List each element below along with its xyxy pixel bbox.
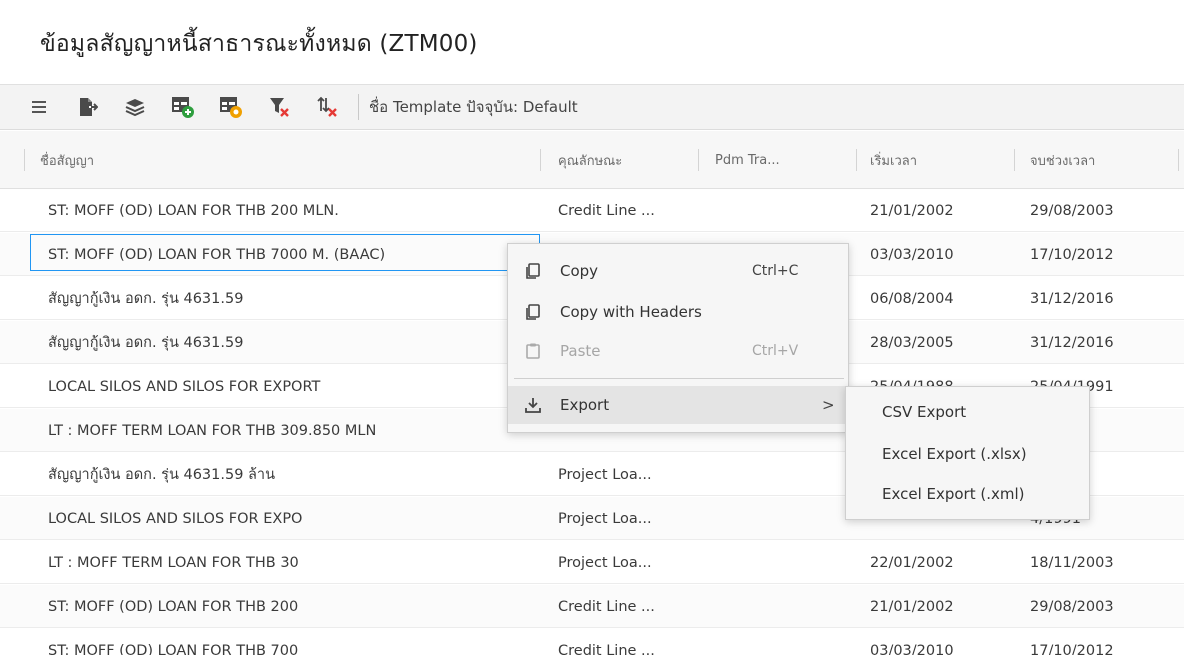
cell-end-time[interactable]: 17/10/2012 — [1030, 629, 1180, 655]
grid-toolbar: ชื่อ Template ปัจจุบัน: Default — [0, 84, 1184, 130]
copy-icon — [526, 263, 540, 279]
cell-end-time[interactable]: 31/12/2016 — [1030, 321, 1180, 364]
cell-pdm-tra[interactable] — [715, 497, 845, 540]
column-separator[interactable] — [698, 149, 699, 171]
column-separator[interactable] — [540, 149, 541, 171]
cell-pdm-tra[interactable] — [715, 629, 845, 655]
column-separator[interactable] — [856, 149, 857, 171]
export-submenu: CSV Export Excel Export (.xlsx) Excel Ex… — [845, 386, 1090, 520]
menu-item-excel-export-xml[interactable]: Excel Export (.xml) — [846, 475, 1089, 513]
download-icon — [525, 398, 541, 413]
clear-filter-icon[interactable] — [262, 90, 296, 124]
cell-characteristic[interactable]: Project Loa... — [558, 497, 688, 540]
layers-icon[interactable] — [118, 90, 152, 124]
cell-contract-name[interactable]: ST: MOFF (OD) LOAN FOR THB 700 — [48, 629, 528, 655]
cell-start-time[interactable]: 03/03/2010 — [870, 629, 1010, 655]
cell-characteristic[interactable]: Credit Line ... — [558, 585, 688, 628]
focused-cell-outline — [30, 234, 540, 271]
cell-contract-name[interactable]: LT : MOFF TERM LOAN FOR THB 309.850 MLN — [48, 409, 528, 452]
cell-end-time[interactable]: 17/10/2012 — [1030, 233, 1180, 276]
cell-contract-name[interactable]: สัญญากู้เงิน อดก. รุ่น 4631.59 — [48, 321, 528, 364]
cell-characteristic[interactable]: Project Loa... — [558, 453, 688, 496]
cell-end-time[interactable]: 29/08/2003 — [1030, 189, 1180, 232]
menu-item-copy[interactable]: Copy Ctrl+C — [508, 252, 848, 290]
cell-contract-name[interactable]: สัญญากู้เงิน อดก. รุ่น 4631.59 — [48, 277, 528, 320]
column-header-pdm-tra[interactable]: Pdm Tra... — [715, 131, 780, 189]
menu-item-label: Copy with Headers — [560, 303, 702, 321]
cell-contract-name[interactable]: LT : MOFF TERM LOAN FOR THB 30 — [48, 541, 528, 584]
template-label: ชื่อ Template ปัจจุบัน: Default — [369, 98, 578, 116]
menu-item-shortcut: Ctrl+C — [752, 263, 799, 279]
copy-icon — [526, 304, 540, 320]
menu-item-label: Export — [560, 396, 610, 414]
column-header-start-time[interactable]: เริ่มเวลา — [870, 131, 917, 189]
menu-item-csv-export[interactable]: CSV Export — [846, 393, 1089, 431]
cell-pdm-tra[interactable] — [715, 541, 845, 584]
menu-item-copy-with-headers[interactable]: Copy with Headers — [508, 293, 848, 331]
table-row[interactable]: ST: MOFF (OD) LOAN FOR THB 200 Credit Li… — [0, 585, 1184, 628]
cell-contract-name[interactable]: ST: MOFF (OD) LOAN FOR THB 200 MLN. — [48, 189, 528, 232]
menu-icon[interactable] — [22, 90, 56, 124]
paste-icon — [526, 343, 540, 359]
cell-characteristic[interactable]: Project Loa... — [558, 541, 688, 584]
cell-contract-name[interactable]: LOCAL SILOS AND SILOS FOR EXPO — [48, 497, 528, 540]
menu-item-export[interactable]: Export > — [508, 386, 848, 424]
table-row[interactable]: ST: MOFF (OD) LOAN FOR THB 700 Credit Li… — [0, 629, 1184, 655]
cell-contract-name[interactable]: ST: MOFF (OD) LOAN FOR THB 200 — [48, 585, 528, 628]
cell-start-time[interactable]: 22/01/2002 — [870, 541, 1010, 584]
table-settings-icon[interactable] — [214, 90, 248, 124]
cell-start-time[interactable]: 03/03/2010 — [870, 233, 1010, 276]
page-title: ข้อมูลสัญญาหนี้สาธารณะทั้งหมด (ZTM00) — [40, 31, 478, 57]
column-separator[interactable] — [1178, 149, 1179, 171]
toolbar-divider — [358, 94, 359, 120]
cell-pdm-tra[interactable] — [715, 453, 845, 496]
cell-start-time[interactable]: 21/01/2002 — [870, 189, 1010, 232]
column-header-characteristic[interactable]: คุณลักษณะ — [558, 131, 622, 189]
menu-item-label: Paste — [560, 342, 601, 360]
column-separator[interactable] — [24, 149, 25, 171]
cell-characteristic[interactable]: Credit Line ... — [558, 189, 688, 232]
context-menu: Copy Ctrl+C Copy with Headers Paste Ctrl… — [507, 243, 849, 433]
cell-start-time[interactable]: 21/01/2002 — [870, 585, 1010, 628]
cell-pdm-tra[interactable] — [715, 189, 845, 232]
cell-start-time[interactable]: 28/03/2005 — [870, 321, 1010, 364]
cell-characteristic[interactable]: Credit Line ... — [558, 629, 688, 655]
column-header-end-time[interactable]: จบช่วงเวลา — [1030, 131, 1095, 189]
cell-pdm-tra[interactable] — [715, 585, 845, 628]
chevron-right-icon: > — [822, 396, 835, 414]
table-row[interactable]: ST: MOFF (OD) LOAN FOR THB 200 MLN. Cred… — [0, 189, 1184, 232]
export-file-icon[interactable] — [70, 90, 104, 124]
cell-contract-name[interactable]: สัญญากู้เงิน อดก. รุ่น 4631.59 ล้าน — [48, 453, 528, 496]
cell-end-time[interactable]: 31/12/2016 — [1030, 277, 1180, 320]
clear-sort-icon[interactable] — [310, 90, 344, 124]
menu-divider — [514, 378, 844, 379]
cell-contract-name[interactable]: LOCAL SILOS AND SILOS FOR EXPORT — [48, 365, 528, 408]
menu-item-label: Copy — [560, 262, 599, 280]
table-row[interactable]: LT : MOFF TERM LOAN FOR THB 30 Project L… — [0, 541, 1184, 584]
cell-start-time[interactable]: 06/08/2004 — [870, 277, 1010, 320]
menu-item-shortcut: Ctrl+V — [752, 343, 799, 359]
cell-end-time[interactable]: 18/11/2003 — [1030, 541, 1180, 584]
column-header-contract-name[interactable]: ชื่อสัญญา — [40, 131, 94, 189]
column-separator[interactable] — [1014, 149, 1015, 171]
grid-header: ชื่อสัญญา คุณลักษณะ Pdm Tra... เริ่มเวลา… — [0, 131, 1184, 189]
menu-item-paste: Paste Ctrl+V — [508, 332, 848, 370]
add-table-icon[interactable] — [166, 90, 200, 124]
cell-end-time[interactable]: 29/08/2003 — [1030, 585, 1180, 628]
menu-item-excel-export-xlsx[interactable]: Excel Export (.xlsx) — [846, 435, 1089, 473]
